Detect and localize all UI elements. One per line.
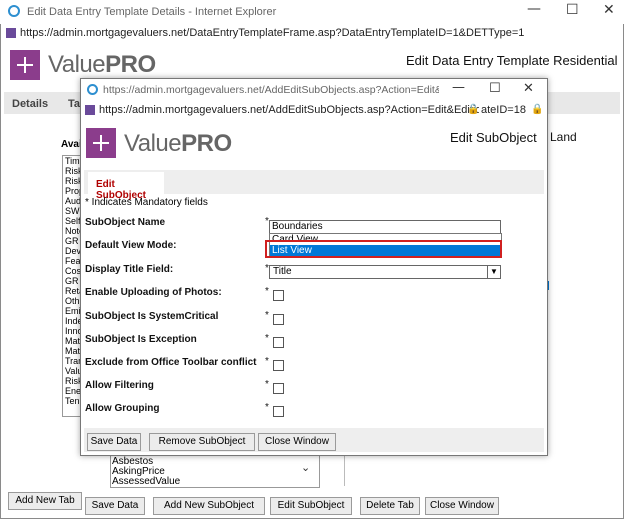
enable-photos-label: Enable Uploading of Photos: [85,287,222,298]
allow-filtering-checkbox[interactable] [273,383,284,394]
ie-page-icon [85,105,95,115]
delete-tab-button[interactable]: Delete Tab [360,497,420,515]
inner-title-bar: https://admin.mortgagevaluers.net/AddEdi… [81,79,547,101]
inner-save-data-button[interactable]: Save Data [87,433,141,451]
available-label: Avai [61,139,82,150]
valuepro-logo-icon [10,50,40,80]
display-title-field-value: Title [273,266,292,277]
list-item[interactable]: AssessedValue [112,476,180,487]
ie-icon [87,84,98,95]
maximize-icon[interactable]: ☐ [489,81,501,96]
required-asterisk: * [265,379,269,390]
display-title-field-label: Display Title Field: [85,264,174,275]
add-new-subobject-button[interactable]: Add New SubObject [153,497,265,515]
outer-window-title: Edit Data Entry Template Details - Inter… [27,6,277,18]
exclude-toolbar-checkbox[interactable] [273,360,284,371]
is-exception-checkbox[interactable] [273,337,284,348]
system-critical-label: SubObject Is SystemCritical [85,311,219,322]
edit-subobject-button[interactable]: Edit SubObject [270,497,352,515]
close-icon[interactable]: ✕ [603,2,615,18]
tab-edit-subobject[interactable]: Edit SubObject [88,172,164,201]
required-asterisk: * [265,310,269,321]
chevron-down-icon[interactable]: ▼ [487,266,500,278]
minimize-icon[interactable]: — [452,80,465,95]
inner-page-title: Edit SubObject [450,130,537,145]
close-icon[interactable]: ✕ [523,81,534,96]
outer-logo: ValuePRO [48,51,156,78]
valuepro-logo-icon [86,128,116,158]
chevron-down-icon[interactable]: ⌄ [301,461,310,474]
inner-close-window-button[interactable]: Close Window [258,433,336,451]
inner-logo: ValuePRO [124,130,232,157]
maximize-icon[interactable]: ☐ [566,2,579,18]
required-asterisk: * [265,356,269,367]
outer-address-bar[interactable]: https://admin.mortgagevaluers.net/DataEn… [4,26,620,41]
outer-url: https://admin.mortgagevaluers.net/DataEn… [20,27,525,39]
add-new-tab-button[interactable]: Add New Tab [8,492,82,510]
lock-icon: 🔒 [531,104,544,115]
tab-second[interactable]: Ta [68,98,80,110]
inner-url-tail: ateID=18 [481,104,526,116]
outer-divider [344,455,345,486]
enable-photos-checkbox[interactable] [273,290,284,301]
minimize-icon[interactable]: — [527,1,541,17]
selection-highlight-outline [265,240,502,258]
required-asterisk: * [265,286,269,297]
default-view-mode-label: Default View Mode: [85,240,177,251]
system-critical-checkbox[interactable] [273,314,284,325]
allow-grouping-checkbox[interactable] [273,406,284,417]
lock-icon: 🔒 [467,104,480,115]
inner-address-bar[interactable]: https://admin.mortgagevaluers.net/AddEdi… [83,103,545,118]
outer-page-title: Edit Data Entry Template Residential [406,53,618,68]
remove-subobject-button[interactable]: Remove SubObject [149,433,255,451]
display-title-field-select[interactable]: Title ▼ [269,265,501,279]
allow-filtering-label: Allow Filtering [85,380,154,391]
tab-details[interactable]: Details [12,98,48,110]
subobject-name-input[interactable]: Boundaries [269,220,501,234]
fields-list[interactable]: Asbestos AskingPrice AssessedValue ⌄ [110,455,320,488]
outer-save-data-button[interactable]: Save Data [85,497,145,515]
ie-page-icon [6,28,16,38]
required-asterisk: * [265,402,269,413]
inner-url: https://admin.mortgagevaluers.net/AddEdi… [99,104,479,116]
required-asterisk: * [265,333,269,344]
mandatory-note: * Indicates Mandatory fields [85,197,208,208]
outer-title-bar: Edit Data Entry Template Details - Inter… [0,0,624,24]
subobject-name-label: SubObject Name [85,217,166,228]
inner-header: ValuePRO Edit SubObject [84,122,544,164]
outer-close-window-button[interactable]: Close Window [425,497,499,515]
allow-grouping-label: Allow Grouping [85,403,160,414]
is-exception-label: SubObject Is Exception [85,334,197,345]
exclude-toolbar-label: Exclude from Office Toolbar conflict [85,357,257,368]
ie-icon [8,5,20,17]
inner-window-title: https://admin.mortgagevaluers.net/AddEdi… [103,84,439,96]
